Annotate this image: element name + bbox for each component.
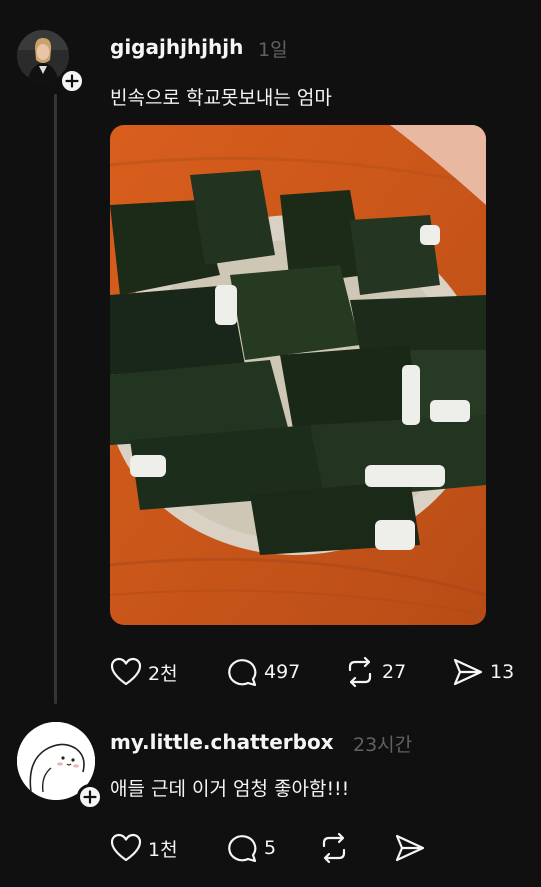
- reply-share-button[interactable]: [394, 828, 426, 868]
- reply-text: 애들 근데 이거 엄청 좋아함!!!: [110, 778, 350, 800]
- reply-comment-button[interactable]: 5: [226, 828, 276, 868]
- send-icon: [452, 657, 484, 687]
- plus-icon: [83, 790, 97, 804]
- post-author-username[interactable]: gigajhjhjhjh: [110, 35, 243, 59]
- comment-count: 497: [264, 661, 301, 683]
- follow-button[interactable]: [77, 784, 103, 810]
- repost-icon: [344, 656, 376, 688]
- reply-author-username[interactable]: my.little.chatterbox: [110, 730, 334, 754]
- follow-button[interactable]: [59, 68, 85, 94]
- heart-icon: [110, 833, 142, 863]
- speech-bubble-icon: [226, 833, 258, 863]
- like-button[interactable]: 2천: [110, 652, 178, 692]
- post-author-avatar-container[interactable]: [17, 30, 85, 94]
- post-image[interactable]: [110, 125, 486, 625]
- repost-icon: [318, 832, 350, 864]
- plus-icon: [65, 74, 79, 88]
- like-count: 2천: [148, 662, 178, 685]
- post-timestamp: 1일: [258, 39, 288, 61]
- heart-icon: [110, 657, 142, 687]
- kimbap-photo: [110, 125, 486, 625]
- repost-count: 27: [382, 661, 407, 683]
- reply-repost-button[interactable]: [318, 828, 350, 868]
- reply-comment-count: 5: [264, 837, 277, 859]
- send-icon: [394, 833, 426, 863]
- speech-bubble-icon: [226, 657, 258, 687]
- post-text: 빈속으로 학교못보내는 엄마: [110, 87, 332, 109]
- reply-like-button[interactable]: 1천: [110, 828, 178, 868]
- share-count: 13: [490, 661, 515, 683]
- comment-button[interactable]: 497: [226, 652, 300, 692]
- repost-button[interactable]: 27: [344, 652, 406, 692]
- reply-author-avatar-container[interactable]: [17, 722, 103, 810]
- threads-feed: gigajhjhjhjh 1일 빈속으로 학교못보내는 엄마 2천 497 27…: [0, 0, 541, 887]
- thread-line: [54, 94, 57, 704]
- reply-like-count: 1천: [148, 838, 178, 861]
- share-button[interactable]: 13: [452, 652, 514, 692]
- reply-timestamp: 23시간: [353, 734, 413, 756]
